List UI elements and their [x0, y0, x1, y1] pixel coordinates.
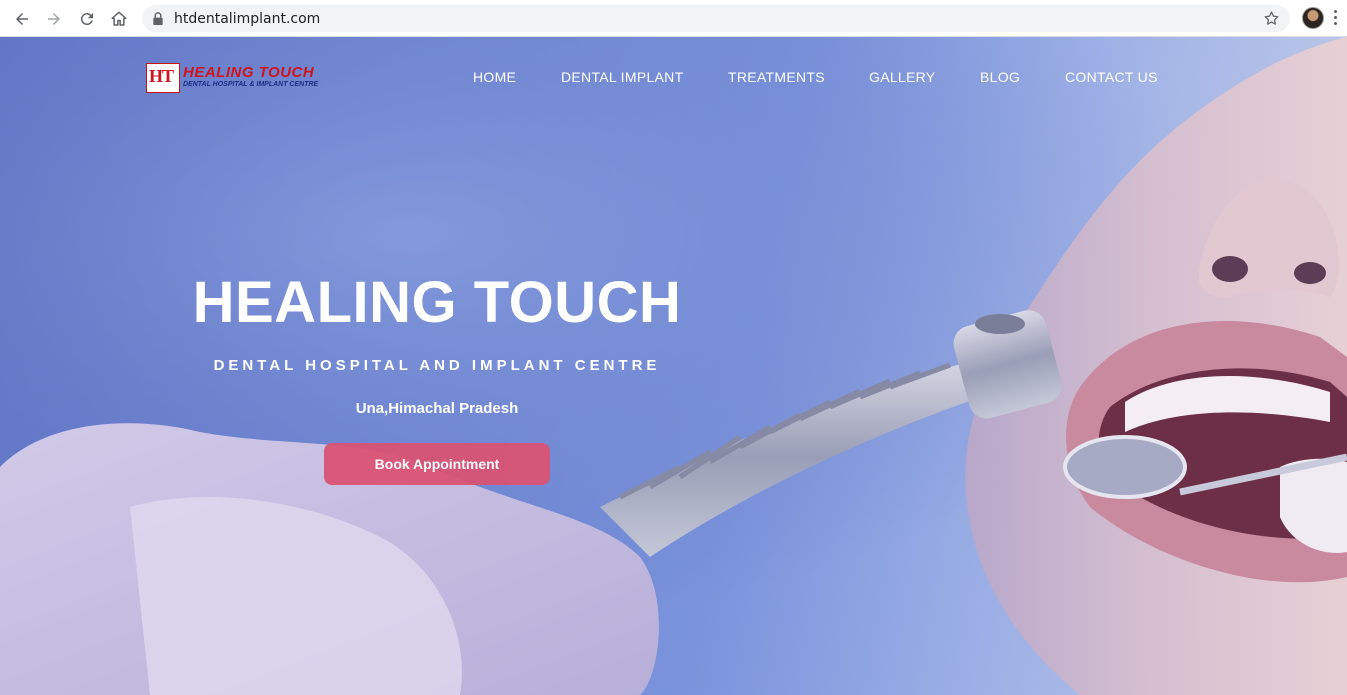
hero-subtitle: DENTAL HOSPITAL AND IMPLANT CENTRE	[213, 357, 661, 374]
nav-item-gallery[interactable]: GALLERY	[869, 69, 935, 85]
forward-button[interactable]	[43, 8, 65, 30]
nav-item-blog[interactable]: BLOG	[980, 69, 1020, 85]
profile-avatar[interactable]	[1302, 7, 1324, 29]
hero-section: HT HEALING TOUCH DENTAL HOSPITAL & IMPLA…	[0, 37, 1347, 695]
hero-title: HEALING TOUCH	[192, 270, 682, 335]
address-bar[interactable]: htdentalimplant.com	[142, 5, 1290, 32]
bookmark-star-icon[interactable]	[1263, 10, 1280, 27]
nav-item-dental-implant[interactable]: DENTAL IMPLANT	[561, 69, 683, 85]
arrow-right-icon	[48, 13, 60, 25]
hero-location: Una,Himachal Pradesh	[355, 400, 519, 417]
browser-menu-icon[interactable]	[1334, 10, 1338, 28]
nav-item-treatments[interactable]: TREATMENTS	[728, 69, 825, 85]
reload-button[interactable]	[76, 8, 98, 30]
book-appointment-button[interactable]: Book Appointment	[324, 443, 550, 485]
main-navigation: HOME DENTAL IMPLANT TREATMENTS GALLERY B…	[0, 69, 1347, 89]
lock-icon	[153, 12, 163, 25]
url-text: htdentalimplant.com	[174, 11, 321, 27]
back-button[interactable]	[11, 8, 33, 30]
reload-icon	[80, 13, 93, 26]
home-icon	[111, 11, 127, 26]
home-button[interactable]	[108, 8, 130, 30]
browser-toolbar: htdentalimplant.com	[0, 0, 1347, 37]
arrow-left-icon	[16, 13, 28, 25]
nav-item-contact-us[interactable]: CONTACT US	[1065, 69, 1158, 85]
nav-item-home[interactable]: HOME	[473, 69, 516, 85]
